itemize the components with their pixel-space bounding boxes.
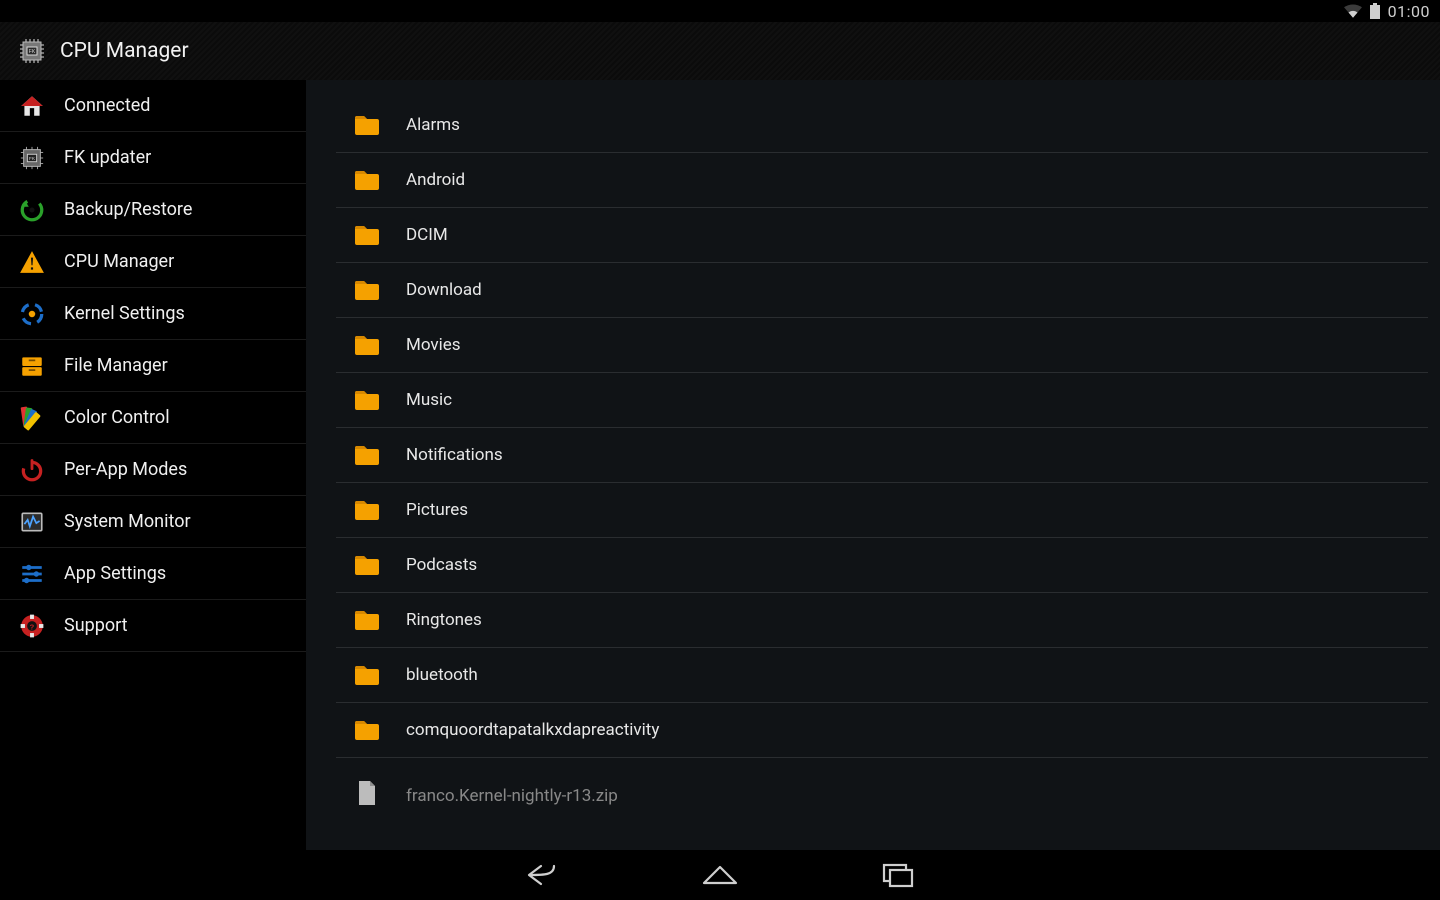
nav-recent-button[interactable] — [874, 857, 922, 893]
file-name: Podcasts — [406, 555, 477, 575]
target-icon — [18, 300, 46, 328]
sliders-icon — [18, 560, 46, 588]
list-item[interactable]: Ringtones — [336, 593, 1428, 648]
sidebar-item-color-control[interactable]: Color Control — [0, 392, 306, 444]
folder-icon — [354, 389, 380, 411]
drawer-icon — [18, 352, 46, 380]
sidebar: Connected FK FK updater — [0, 80, 306, 850]
app-title: CPU Manager — [60, 39, 189, 63]
svg-text:FK: FK — [29, 155, 36, 160]
sidebar-item-label: Support — [64, 615, 128, 636]
file-manager-content: Alarms Android DCIM Download Movies Musi… — [306, 80, 1440, 850]
file-name: Music — [406, 390, 452, 410]
folder-icon — [354, 719, 380, 741]
svg-text:FK: FK — [29, 49, 36, 55]
sidebar-item-app-settings[interactable]: App Settings — [0, 548, 306, 600]
folder-icon — [354, 114, 380, 136]
app-chip-icon: FK — [18, 37, 46, 65]
sidebar-item-label: File Manager — [64, 355, 168, 376]
list-item[interactable]: Movies — [336, 318, 1428, 373]
sidebar-item-label: Backup/Restore — [64, 199, 192, 220]
sidebar-item-kernel-settings[interactable]: Kernel Settings — [0, 288, 306, 340]
list-item[interactable]: Notifications — [336, 428, 1428, 483]
battery-icon — [1370, 3, 1380, 19]
lifebuoy-icon: ? — [18, 612, 46, 640]
file-icon — [354, 782, 380, 804]
power-icon — [18, 456, 46, 484]
file-name: Notifications — [406, 445, 503, 465]
sidebar-item-label: Connected — [64, 95, 150, 116]
sidebar-item-backup-restore[interactable]: Backup/Restore — [0, 184, 306, 236]
nav-home-button[interactable] — [696, 857, 744, 893]
sidebar-item-label: Color Control — [64, 407, 170, 428]
sidebar-item-label: App Settings — [64, 563, 166, 584]
nav-back-button[interactable] — [518, 857, 566, 893]
folder-icon — [354, 444, 380, 466]
list-item[interactable]: Android — [336, 153, 1428, 208]
folder-icon — [354, 554, 380, 576]
folder-icon — [354, 499, 380, 521]
file-name: comquoordtapatalkxdapreactivity — [406, 720, 659, 740]
warning-icon — [18, 248, 46, 276]
list-item[interactable]: Alarms — [336, 98, 1428, 153]
file-name: Pictures — [406, 500, 468, 520]
android-nav-bar — [0, 850, 1440, 900]
status-time: 01:00 — [1388, 2, 1430, 21]
sidebar-item-fk-updater[interactable]: FK FK updater — [0, 132, 306, 184]
file-name: franco.Kernel-nightly-r13.zip — [406, 786, 618, 806]
sidebar-item-label: System Monitor — [64, 511, 191, 532]
list-item[interactable]: comquoordtapatalkxdapreactivity — [336, 703, 1428, 758]
folder-icon — [354, 169, 380, 191]
home-icon — [18, 92, 46, 120]
sidebar-item-label: Per-App Modes — [64, 459, 187, 480]
folder-icon — [354, 609, 380, 631]
list-item[interactable]: bluetooth — [336, 648, 1428, 703]
sidebar-item-connected[interactable]: Connected — [0, 80, 306, 132]
monitor-icon — [18, 508, 46, 536]
folder-icon — [354, 664, 380, 686]
sidebar-item-support[interactable]: ? Support — [0, 600, 306, 652]
swatch-icon — [18, 404, 46, 432]
folder-icon — [354, 279, 380, 301]
status-bar: 01:00 — [0, 0, 1440, 22]
file-name: Ringtones — [406, 610, 482, 630]
list-item[interactable]: Download — [336, 263, 1428, 318]
folder-icon — [354, 224, 380, 246]
title-bar: FK CPU Manager — [0, 22, 1440, 80]
file-list[interactable]: Alarms Android DCIM Download Movies Musi… — [306, 98, 1440, 798]
file-name: Alarms — [406, 115, 460, 135]
sidebar-item-cpu-manager[interactable]: CPU Manager — [0, 236, 306, 288]
list-item[interactable]: Podcasts — [336, 538, 1428, 593]
sidebar-item-label: CPU Manager — [64, 251, 174, 272]
chip-icon: FK — [18, 144, 46, 172]
sidebar-item-file-manager[interactable]: File Manager — [0, 340, 306, 392]
file-name: DCIM — [406, 225, 448, 245]
sidebar-item-label: FK updater — [64, 147, 151, 168]
sidebar-item-per-app-modes[interactable]: Per-App Modes — [0, 444, 306, 496]
file-name: Android — [406, 170, 465, 190]
file-name: Download — [406, 280, 482, 300]
wifi-icon — [1344, 4, 1362, 18]
list-item[interactable]: franco.Kernel-nightly-r13.zip — [336, 758, 1428, 798]
list-item[interactable]: Music — [336, 373, 1428, 428]
file-name: bluetooth — [406, 665, 478, 685]
file-name: Movies — [406, 335, 461, 355]
restore-icon — [18, 196, 46, 224]
folder-icon — [354, 334, 380, 356]
sidebar-item-label: Kernel Settings — [64, 303, 185, 324]
list-item[interactable]: Pictures — [336, 483, 1428, 538]
sidebar-item-system-monitor[interactable]: System Monitor — [0, 496, 306, 548]
svg-text:?: ? — [30, 622, 35, 631]
list-item[interactable]: DCIM — [336, 208, 1428, 263]
